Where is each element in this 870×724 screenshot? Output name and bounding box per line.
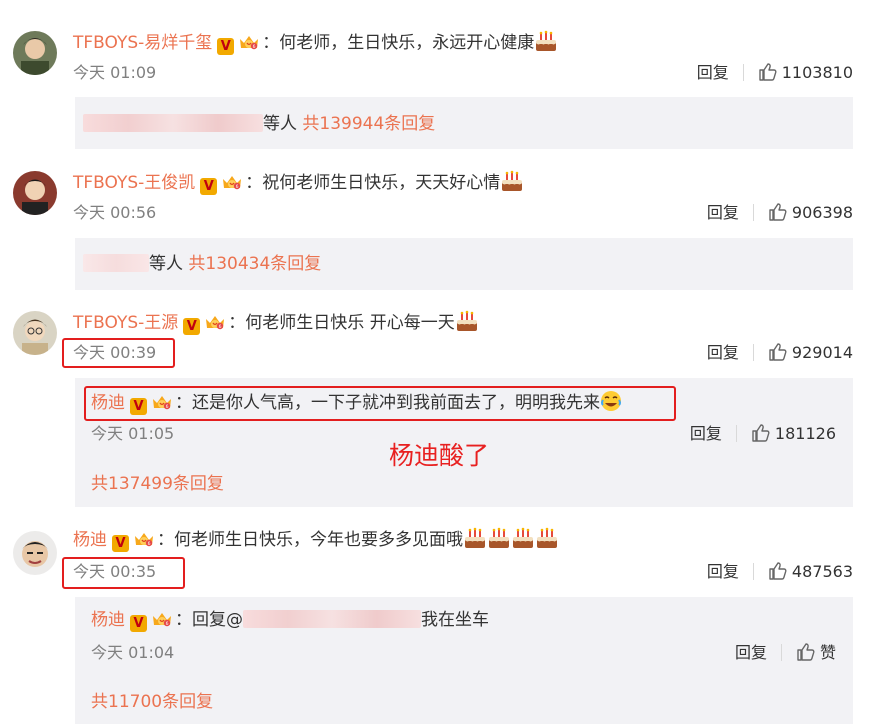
cake-emoji-icon: [487, 527, 511, 549]
sub-reply-actions: 回复 181126: [690, 423, 836, 445]
member-crown-icon: [221, 173, 243, 191]
redacted-mention: [243, 610, 421, 628]
like-button[interactable]: 赞: [796, 643, 836, 662]
reply-summary: 等人 共139944条回复: [75, 97, 853, 149]
view-replies-link[interactable]: 共11700条回复: [91, 692, 213, 712]
verified-v-icon: V: [217, 38, 235, 55]
divider: [752, 563, 754, 580]
like-count: 906398: [791, 203, 853, 222]
like-count: 1103810: [781, 63, 853, 82]
reply-summary-suffix: 等人: [263, 114, 297, 134]
reply-summary-suffix: 等人: [149, 254, 183, 274]
reply-button[interactable]: 回复: [707, 562, 739, 581]
like-button[interactable]: 487563: [768, 562, 853, 581]
reply-summary-line: 等人 共139944条回复: [83, 112, 435, 136]
verified-v-icon: V: [183, 318, 201, 335]
comment-actions: 回复 906398: [707, 202, 853, 224]
member-crown-icon: [133, 530, 155, 548]
avatar[interactable]: [13, 31, 57, 75]
redacted-usernames: [83, 254, 149, 272]
like-count: 181126: [774, 424, 836, 443]
member-crown-icon: [151, 610, 173, 628]
comment-line: TFBOYS-王俊凯 V ：祝何老师生日快乐，天天好心情: [73, 170, 524, 195]
thumbs-up-icon: [768, 561, 788, 581]
like-button[interactable]: 906398: [768, 203, 853, 222]
sub-reply-text-prefix: ：回复@: [175, 610, 243, 630]
comment-text: ：何老师生日快乐，今年也要多多见面哦: [157, 530, 463, 550]
cake-emoji-icon: [511, 527, 535, 549]
sub-reply-text-suffix: 我在坐车: [421, 610, 489, 630]
comment-actions: 回复 1103810: [697, 62, 853, 84]
cake-emoji-icon: [535, 527, 559, 549]
sub-reply-total: 共11700条回复: [91, 690, 213, 714]
cake-emoji-icon: [463, 527, 487, 549]
cake-emoji-icon: [534, 30, 558, 52]
thumbs-up-icon: [796, 642, 816, 662]
verified-v-icon: V: [200, 178, 218, 195]
member-crown-icon: [204, 313, 226, 331]
like-count: 赞: [819, 643, 836, 662]
comment-text: ：何老师，生日快乐，永远开心健康: [262, 33, 535, 53]
redacted-usernames: [83, 114, 263, 132]
reply-summary-line: 等人 共130434条回复: [83, 252, 321, 276]
view-replies-link[interactable]: 共139944条回复: [302, 114, 435, 134]
view-replies-link[interactable]: 共130434条回复: [188, 254, 321, 274]
comment-time: 今天 01:09: [73, 63, 157, 82]
avatar[interactable]: [13, 311, 57, 355]
sub-reply-box: 杨迪 V ：回复@ 我在坐车 今天 01:04 回复 赞 共11700条回复: [75, 597, 853, 724]
reply-button[interactable]: 回复: [707, 203, 739, 222]
sub-reply-time: 今天 01:04: [91, 643, 175, 662]
avatar[interactable]: [13, 171, 57, 215]
divider: [742, 64, 744, 81]
comment-actions: 回复 929014: [707, 342, 853, 364]
avatar[interactable]: [13, 531, 57, 575]
divider: [780, 644, 782, 661]
comment-line: 杨迪 V ：何老师生日快乐，今年也要多多见面哦: [73, 527, 559, 552]
cake-emoji-icon: [455, 310, 479, 332]
sub-reply-time: 今天 01:05: [91, 424, 175, 443]
username-link[interactable]: 杨迪: [73, 530, 107, 550]
highlight-box: [62, 338, 175, 368]
sub-reply-total: 共137499条回复: [91, 472, 224, 496]
divider: [752, 204, 754, 221]
annotation-text: 杨迪酸了: [389, 441, 490, 470]
highlight-box: [62, 557, 185, 589]
like-button[interactable]: 1103810: [758, 63, 853, 82]
comment-actions: 回复 487563: [707, 561, 853, 583]
divider: [735, 425, 737, 442]
cake-emoji-icon: [500, 170, 524, 192]
sub-reply-actions: 回复 赞: [735, 642, 836, 664]
like-button[interactable]: 181126: [751, 424, 836, 443]
sub-reply-line: 杨迪 V ：回复@ 我在坐车: [91, 608, 489, 632]
reply-button[interactable]: 回复: [707, 343, 739, 362]
comment-line: TFBOYS-易烊千玺 V ：何老师，生日快乐，永远开心健康: [73, 30, 558, 55]
like-count: 487563: [791, 562, 853, 581]
verified-v-icon: V: [112, 535, 129, 552]
reply-button[interactable]: 回复: [697, 63, 729, 82]
username-link[interactable]: TFBOYS-王俊凯: [73, 173, 195, 193]
thumbs-up-icon: [768, 342, 788, 362]
verified-v-icon: V: [130, 615, 147, 632]
like-count: 929014: [791, 343, 853, 362]
reply-button[interactable]: 回复: [690, 424, 722, 443]
username-link[interactable]: TFBOYS-王源: [73, 313, 178, 333]
thumbs-up-icon: [751, 423, 771, 443]
member-crown-icon: [238, 33, 260, 51]
view-replies-link[interactable]: 共137499条回复: [91, 474, 224, 494]
like-button[interactable]: 929014: [768, 343, 853, 362]
thumbs-up-icon: [768, 202, 788, 222]
username-link[interactable]: 杨迪: [91, 610, 125, 630]
reply-button[interactable]: 回复: [735, 643, 767, 662]
comment-line: TFBOYS-王源 V ：何老师生日快乐 开心每一天: [73, 310, 479, 335]
thumbs-up-icon: [758, 62, 778, 82]
reply-summary: 等人 共130434条回复: [75, 238, 853, 290]
comment-text: ：何老师生日快乐 开心每一天: [228, 313, 455, 333]
divider: [752, 344, 754, 361]
comment-text: ：祝何老师生日快乐，天天好心情: [245, 173, 501, 193]
comment-time: 今天 00:56: [73, 203, 157, 222]
highlight-box: [84, 386, 676, 421]
username-link[interactable]: TFBOYS-易烊千玺: [73, 33, 212, 53]
